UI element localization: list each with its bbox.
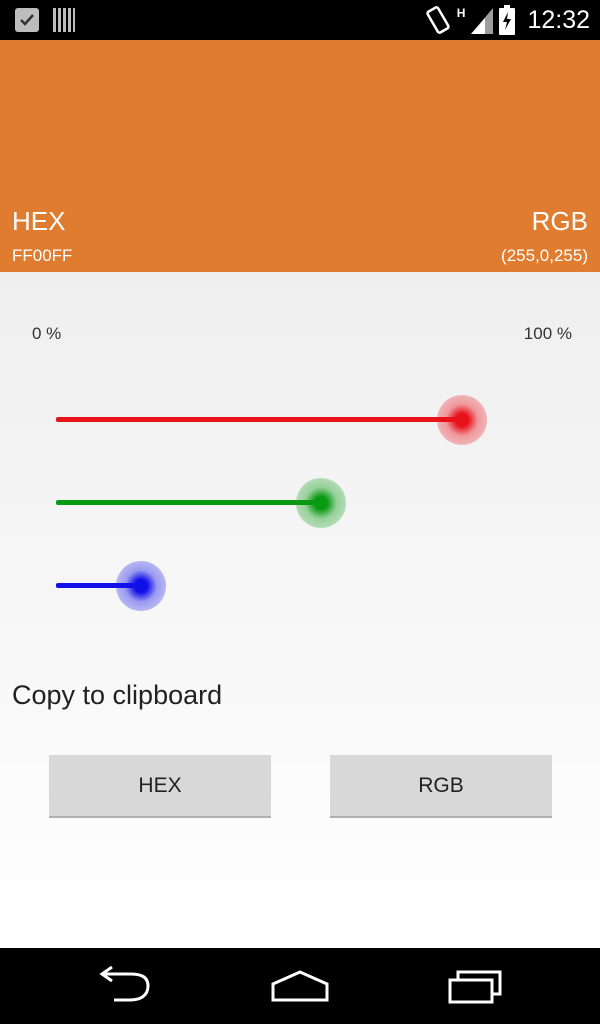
system-status-icons: H 12:32 bbox=[425, 4, 590, 36]
vibrate-icon bbox=[426, 6, 450, 34]
green-slider[interactable] bbox=[56, 478, 506, 528]
green-slider-track bbox=[56, 500, 321, 505]
main-content: 0 % 100 % Copy to clipboard HEX RGB bbox=[0, 272, 600, 948]
signal-icon bbox=[471, 8, 494, 34]
blue-slider[interactable] bbox=[56, 561, 506, 611]
battery-charging-icon bbox=[499, 5, 516, 35]
home-icon[interactable] bbox=[265, 966, 335, 1006]
navigation-bar bbox=[0, 948, 600, 1024]
copy-to-clipboard-label: Copy to clipboard bbox=[12, 680, 223, 710]
range-min-label: 0 % bbox=[32, 324, 62, 343]
color-preview: HEX FF00FF RGB (255,0,255) bbox=[0, 40, 600, 272]
clock: 12:32 bbox=[527, 6, 590, 34]
blue-slider-thumb[interactable] bbox=[116, 561, 166, 611]
back-icon[interactable] bbox=[90, 966, 160, 1006]
network-type-label: H bbox=[456, 6, 466, 20]
range-max-label: 100 % bbox=[523, 324, 572, 343]
barcode-notification-icon bbox=[53, 8, 75, 32]
status-bar: H 12:32 bbox=[0, 0, 600, 40]
hex-title: HEX bbox=[12, 206, 66, 236]
red-slider-thumb[interactable] bbox=[437, 395, 487, 445]
copy-hex-button[interactable]: HEX bbox=[49, 755, 271, 818]
red-slider-track bbox=[56, 417, 462, 422]
recent-apps-icon[interactable] bbox=[440, 966, 510, 1006]
notification-icons bbox=[14, 7, 76, 33]
green-slider-thumb[interactable] bbox=[296, 478, 346, 528]
checkbox-notification-icon bbox=[15, 8, 39, 32]
rgb-value: (255,0,255) bbox=[501, 246, 588, 265]
red-slider[interactable] bbox=[56, 395, 506, 445]
copy-rgb-button[interactable]: RGB bbox=[330, 755, 552, 818]
hex-value: FF00FF bbox=[12, 246, 73, 265]
rgb-title: RGB bbox=[531, 206, 588, 236]
